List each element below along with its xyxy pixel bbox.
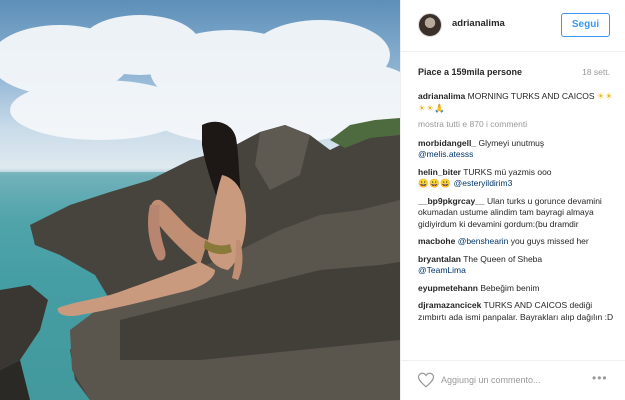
likes-row: Piace a 159mila persone 18 sett. bbox=[418, 67, 610, 79]
more-options-icon[interactable]: ••• bbox=[592, 372, 612, 384]
caption-text: MORNING TURKS AND CAICOS bbox=[467, 91, 595, 101]
comment-item: macbohe @benshearin you guys missed her bbox=[418, 236, 616, 248]
caption: adrianalima MORNING TURKS AND CAICOS ☀☀☀… bbox=[418, 91, 616, 114]
comments-list: adrianalima MORNING TURKS AND CAICOS ☀☀☀… bbox=[418, 91, 616, 329]
comment-text: Bebeğim benim bbox=[480, 282, 540, 293]
comment-mention[interactable]: @melis.atesss bbox=[418, 149, 473, 159]
post-photo-art bbox=[0, 15, 400, 400]
comment-username[interactable]: djramazancicek bbox=[418, 300, 481, 310]
comment-footer: ••• bbox=[401, 360, 625, 400]
comment-item: helin_biter TURKS mü yazmis ooo 😀😀😀 @est… bbox=[418, 167, 616, 190]
comment-mention[interactable]: @benshearin bbox=[458, 236, 509, 246]
comment-mention[interactable]: @TeamLima bbox=[418, 265, 466, 275]
post-header: adrianalima Segui bbox=[401, 0, 625, 52]
post-photo[interactable] bbox=[0, 0, 400, 400]
comment-item: eyupmetehann Bebeğim benim bbox=[418, 283, 616, 295]
comment-username[interactable]: bryantalan bbox=[418, 254, 461, 264]
post-sidebar: adrianalima Segui Piace a 159mila person… bbox=[400, 0, 625, 400]
comment-emoji: 😀😀😀 bbox=[418, 178, 452, 188]
comment-mention[interactable]: @esteryildirim3 bbox=[454, 178, 513, 188]
comment-item: morbidangell_ Glymeyi unutmuş @melis.ate… bbox=[418, 138, 616, 161]
likes-count[interactable]: Piace a 159mila persone bbox=[418, 67, 522, 77]
comment-username[interactable]: eyupmetehann bbox=[418, 283, 478, 293]
comment-username[interactable]: morbidangell_ bbox=[418, 138, 476, 148]
caption-username[interactable]: adrianalima bbox=[418, 91, 465, 101]
add-comment-input[interactable] bbox=[441, 373, 586, 387]
comment-item: bryantalan The Queen of Sheba @TeamLima bbox=[418, 254, 616, 277]
comment-text: you guys missed her bbox=[510, 236, 589, 246]
comment-username[interactable]: helin_biter bbox=[418, 167, 461, 177]
heart-icon[interactable] bbox=[417, 371, 435, 389]
comment-text: TURKS mü yazmis ooo bbox=[463, 166, 552, 177]
follow-button[interactable]: Segui bbox=[561, 13, 610, 37]
comment-item: djramazancicek TURKS AND CAICOS dediği z… bbox=[418, 300, 616, 323]
avatar[interactable] bbox=[418, 13, 442, 37]
username-link[interactable]: adrianalima bbox=[452, 18, 505, 29]
comment-item: __bp9pkgrcay__ Ulan turks u gorunce deva… bbox=[418, 196, 616, 231]
show-all-comments-link[interactable]: mostra tutti e 870 i commenti bbox=[418, 119, 616, 131]
comment-text: Glymeyi unutmuş bbox=[478, 137, 545, 148]
post-timestamp[interactable]: 18 sett. bbox=[582, 67, 610, 77]
comment-text: The Queen of Sheba bbox=[463, 253, 543, 264]
comment-username[interactable]: macbohe bbox=[418, 236, 455, 246]
comment-username[interactable]: __bp9pkgrcay__ bbox=[418, 196, 485, 206]
